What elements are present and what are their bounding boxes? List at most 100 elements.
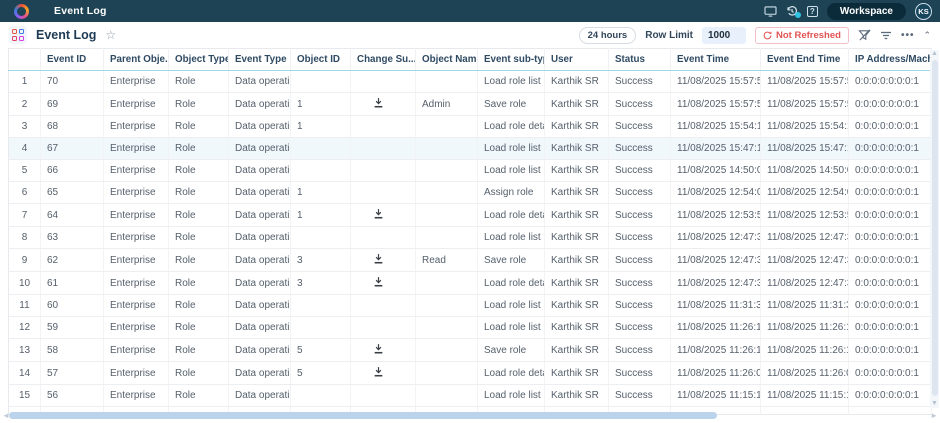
collapse-icon[interactable]: ⌃ — [923, 30, 931, 41]
filter-remove-icon[interactable] — [858, 29, 871, 41]
table-cell — [416, 272, 478, 295]
table-cell: Enterprise — [104, 204, 169, 227]
table-row[interactable]: 566EnterpriseRoleData operationLoad role… — [9, 160, 932, 182]
column-header[interactable]: Event Time — [671, 49, 761, 71]
table-cell — [351, 227, 416, 249]
column-header[interactable]: Status — [609, 49, 671, 71]
column-header[interactable]: Event ID — [41, 49, 104, 71]
table-row[interactable]: 1358EnterpriseRoleData operation5Save ro… — [9, 339, 932, 362]
table-row[interactable]: 269EnterpriseRoleData operation1AdminSav… — [9, 93, 932, 116]
nav-tab-event-log[interactable]: Event Log — [54, 5, 107, 17]
table-cell: 68 — [41, 116, 104, 138]
column-header[interactable]: Event Type — [229, 49, 291, 71]
history-icon[interactable] — [786, 5, 798, 17]
horizontal-scrollbar[interactable]: ◄ ► — [2, 411, 938, 420]
notification-badge — [795, 12, 801, 18]
table-cell: Karthik SR — [545, 160, 609, 182]
download-changes-icon[interactable] — [373, 276, 384, 287]
table-cell: Success — [609, 295, 671, 317]
filter-lines-icon[interactable] — [880, 30, 892, 41]
column-header[interactable]: Object Type — [169, 49, 229, 71]
column-header[interactable]: IP Address/Machine — [849, 49, 932, 71]
table-cell: 0:0:0:0:0:0:0:1 — [849, 385, 932, 407]
table-cell — [291, 138, 351, 160]
row-limit-label: Row Limit — [645, 30, 693, 41]
table-row[interactable]: 863EnterpriseRoleData operationLoad role… — [9, 227, 932, 249]
table-cell: 11/08/2025 11:31:39 — [761, 295, 849, 317]
monitor-icon[interactable] — [764, 6, 777, 17]
table-cell — [351, 339, 416, 362]
scroll-right-icon[interactable]: ► — [930, 411, 938, 420]
time-range-selector[interactable]: 24 hours — [579, 27, 637, 44]
table-cell: Data operation — [229, 339, 291, 362]
row-number-cell: 9 — [9, 249, 41, 272]
table-cell — [416, 160, 478, 182]
table-cell: Success — [609, 339, 671, 362]
table-row[interactable]: 1556EnterpriseRoleData operationLoad rol… — [9, 385, 932, 407]
table-cell: 0:0:0:0:0:0:0:1 — [849, 116, 932, 138]
table-cell: 0:0:0:0:0:0:0:1 — [849, 227, 932, 249]
table-cell: Data operation — [229, 385, 291, 407]
table-row[interactable]: 467EnterpriseRoleData operationLoad role… — [9, 138, 932, 160]
table-cell: Enterprise — [104, 249, 169, 272]
avatar[interactable]: KS — [915, 3, 932, 20]
table-cell: 5 — [291, 339, 351, 362]
download-changes-icon[interactable] — [373, 343, 384, 354]
table-row[interactable]: 170EnterpriseRoleData operationLoad role… — [9, 71, 932, 93]
column-header[interactable]: Event End Time — [761, 49, 849, 71]
download-changes-icon[interactable] — [373, 253, 384, 264]
table-cell: Role — [169, 138, 229, 160]
table-cell: Success — [609, 227, 671, 249]
table-cell: Success — [609, 116, 671, 138]
table-cell: 11/08/2025 11:26:15 — [761, 317, 849, 339]
event-log-grid-icon — [9, 26, 27, 44]
column-header[interactable]: User — [545, 49, 609, 71]
table-cell: Save role — [478, 249, 545, 272]
table-cell: Enterprise — [104, 362, 169, 385]
table-cell — [416, 138, 478, 160]
scroll-down-icon[interactable]: ▼ — [930, 400, 939, 408]
row-limit-input[interactable] — [702, 27, 746, 44]
table-cell: Karthik SR — [545, 204, 609, 227]
column-header[interactable]: Parent Obje... — [104, 49, 169, 71]
table-cell: Enterprise — [104, 295, 169, 317]
table-cell: 64 — [41, 204, 104, 227]
help-icon[interactable]: ? — [807, 6, 818, 17]
table-cell — [351, 249, 416, 272]
more-options-button[interactable]: ••• — [901, 30, 915, 41]
table-row[interactable]: 665EnterpriseRoleData operation1Assign r… — [9, 182, 932, 204]
column-header[interactable]: Event sub-type — [478, 49, 545, 71]
download-changes-icon[interactable] — [373, 208, 384, 219]
table-row[interactable]: 764EnterpriseRoleData operation1Load rol… — [9, 204, 932, 227]
table-cell: Karthik SR — [545, 93, 609, 116]
column-header[interactable]: Change Su... — [351, 49, 416, 71]
vertical-scrollbar-thumb[interactable] — [932, 60, 938, 396]
table-cell — [351, 116, 416, 138]
table-row[interactable]: 1061EnterpriseRoleData operation3Load ro… — [9, 272, 932, 295]
table-row[interactable]: 1259EnterpriseRoleData operationLoad rol… — [9, 317, 932, 339]
row-number-cell: 12 — [9, 317, 41, 339]
scroll-up-icon[interactable]: ▲ — [930, 50, 939, 58]
refresh-status-button[interactable]: Not Refreshed — [755, 27, 849, 44]
table-row[interactable]: 1160EnterpriseRoleData operationLoad rol… — [9, 295, 932, 317]
event-table-body: 170EnterpriseRoleData operationLoad role… — [9, 71, 932, 415]
table-row[interactable]: 368EnterpriseRoleData operation1Load rol… — [9, 116, 932, 138]
table-cell: 65 — [41, 182, 104, 204]
table-row[interactable]: 962EnterpriseRoleData operation3ReadSave… — [9, 249, 932, 272]
row-number-cell: 3 — [9, 116, 41, 138]
table-cell: Karthik SR — [545, 227, 609, 249]
horizontal-scrollbar-thumb[interactable] — [9, 412, 717, 419]
column-header[interactable] — [9, 49, 41, 71]
vertical-scrollbar[interactable]: ▲ ▼ — [930, 50, 939, 408]
table-row[interactable]: 1457EnterpriseRoleData operation5Load ro… — [9, 362, 932, 385]
column-header[interactable]: Object Name — [416, 49, 478, 71]
table-cell: 66 — [41, 160, 104, 182]
download-changes-icon[interactable] — [373, 97, 384, 108]
favorite-star-icon[interactable]: ☆ — [105, 28, 116, 42]
table-cell: 0:0:0:0:0:0:0:1 — [849, 317, 932, 339]
download-changes-icon[interactable] — [373, 366, 384, 377]
table-cell: 11/08/2025 12:54:09 — [761, 182, 849, 204]
table-cell: Load role detail — [478, 204, 545, 227]
workspace-button[interactable]: Workspace — [827, 3, 906, 20]
column-header[interactable]: Object ID — [291, 49, 351, 71]
